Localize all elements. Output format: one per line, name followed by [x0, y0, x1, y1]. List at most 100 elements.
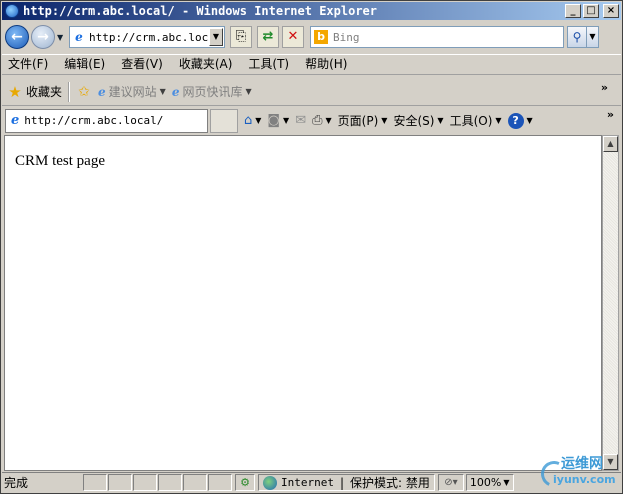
safety-menu-label: 安全(S): [393, 114, 435, 128]
search-box[interactable]: b Bing: [310, 26, 564, 48]
divider: [68, 81, 71, 102]
chevron-down-icon: ▼: [503, 478, 510, 487]
zoom-level: 100%: [469, 476, 502, 489]
vertical-scrollbar[interactable]: ▲ ▼: [602, 135, 619, 471]
new-tab-button[interactable]: [210, 108, 238, 133]
suggested-sites-link[interactable]: e 建议网站 ▼: [98, 83, 166, 100]
scroll-down-button[interactable]: ▼: [603, 454, 618, 470]
menu-bar: 文件(F) 编辑(E) 查看(V) 收藏夹(A) 工具(T) 帮助(H): [2, 54, 621, 75]
minimize-button[interactable]: _: [565, 4, 581, 18]
home-icon: ⌂: [244, 113, 253, 128]
title-bar[interactable]: http://crm.abc.local/ - Windows Internet…: [2, 2, 621, 20]
navigation-bar: ← → ▼ e http://crm.abc.local/ ▼ ⎘ ⇄ ✕ b …: [2, 21, 621, 53]
help-icon: ?: [507, 112, 524, 129]
status-panel: [83, 474, 107, 491]
back-button[interactable]: ←: [5, 25, 29, 49]
chevron-down-icon: ▼: [495, 116, 502, 125]
chevron-down-icon: ▼: [325, 116, 332, 125]
favorites-more-chevron-icon[interactable]: »: [601, 81, 608, 94]
search-options-dropdown[interactable]: ▼: [587, 26, 599, 48]
rss-icon: ◙: [267, 113, 281, 128]
scroll-up-button[interactable]: ▲: [603, 136, 618, 152]
status-bar: 完成 ⚙ Internet | 保护模式: 禁用 ⊘▾ 100% ▼: [2, 472, 621, 492]
ie-page-icon: e: [98, 84, 106, 99]
tab-crm[interactable]: e http://crm.abc.local/: [5, 108, 208, 133]
tab-bar: e http://crm.abc.local/ ⌂ ▼ ◙ ▼ ✉ ⎙ ▼ 页面…: [2, 107, 621, 134]
chevron-down-icon: ▼: [437, 116, 444, 125]
zoom-button[interactable]: 100% ▼: [465, 474, 514, 491]
status-panel: [158, 474, 182, 491]
page-body-text: CRM test page: [15, 153, 105, 169]
web-slice-gallery-label: 网页快讯库: [182, 85, 243, 99]
menu-help[interactable]: 帮助(H): [297, 55, 355, 74]
address-bar[interactable]: e http://crm.abc.local/ ▼: [69, 26, 225, 48]
bing-icon: b: [314, 30, 328, 44]
security-zone[interactable]: Internet | 保护模式: 禁用: [258, 474, 435, 491]
menu-favorites[interactable]: 收藏夹(A): [171, 55, 241, 74]
search-input[interactable]: Bing: [333, 31, 360, 44]
status-panel: [183, 474, 207, 491]
page-content: CRM test page: [4, 135, 602, 471]
chevron-down-icon: ▼: [245, 87, 252, 96]
compatibility-view-button[interactable]: ⎘: [230, 26, 252, 48]
favorites-star-icon[interactable]: ★: [7, 83, 23, 101]
ie-logo-icon: [5, 4, 19, 18]
chevron-down-icon: ▼: [283, 116, 290, 125]
print-button[interactable]: ⎙ ▼: [312, 113, 332, 128]
page-menu-label: 页面(P): [337, 114, 379, 128]
add-to-favorites-icon[interactable]: ✩: [76, 84, 92, 100]
browser-window: http://crm.abc.local/ - Windows Internet…: [0, 0, 623, 494]
mail-icon: ✉: [295, 113, 307, 128]
tools-menu-label: 工具(O): [449, 114, 493, 128]
read-mail-button[interactable]: ✉: [295, 113, 306, 128]
tools-menu-button[interactable]: 工具(O) ▼: [450, 112, 502, 129]
protected-mode-label: 保护模式: 禁用: [350, 476, 430, 490]
favorites-bar: ★ 收藏夹 ✩ e 建议网站 ▼ e 网页快讯库 ▼: [2, 78, 621, 106]
recent-pages-dropdown[interactable]: ▼: [57, 33, 67, 42]
feeds-button[interactable]: ◙ ▼: [267, 113, 289, 128]
window-title: http://crm.abc.local/ - Windows Internet…: [23, 4, 378, 18]
status-text: 完成: [4, 476, 29, 490]
maximize-button[interactable]: □: [583, 4, 599, 18]
commands-more-chevron-icon[interactable]: »: [607, 108, 614, 121]
window-controls: _ □ ×: [565, 4, 619, 18]
address-input[interactable]: http://crm.abc.local/: [89, 31, 209, 44]
security-status-icon[interactable]: ⊘▾: [437, 474, 464, 491]
status-panel: [133, 474, 157, 491]
suggested-sites-label: 建议网站: [108, 85, 157, 99]
magnifier-icon: ⚲: [572, 30, 582, 44]
stop-icon: ✕: [287, 29, 299, 44]
status-panel: [108, 474, 132, 491]
page-menu-button[interactable]: 页面(P) ▼: [338, 112, 388, 129]
arrow-right-icon: →: [37, 29, 49, 45]
menu-edit[interactable]: 编辑(E): [56, 55, 113, 74]
chevron-down-icon: ▼: [255, 116, 262, 125]
search-button[interactable]: ⚲: [567, 26, 587, 48]
zone-separator: |: [339, 475, 345, 490]
printer-icon: ⎙: [312, 113, 323, 128]
help-menu-button[interactable]: ? ▼: [507, 112, 533, 129]
stop-button[interactable]: ✕: [282, 26, 304, 48]
tab-title: http://crm.abc.local/: [24, 114, 164, 127]
web-slice-gallery-link[interactable]: e 网页快讯库 ▼: [172, 83, 252, 100]
close-button[interactable]: ×: [603, 4, 619, 18]
home-button[interactable]: ⌂ ▼: [244, 113, 261, 128]
arrow-left-icon: ←: [11, 29, 23, 45]
chevron-down-icon: ▼: [159, 87, 166, 96]
compatibility-icon: ⎘: [235, 29, 247, 44]
chevron-down-icon: ▼: [381, 116, 388, 125]
forward-button[interactable]: →: [31, 25, 55, 49]
menu-file[interactable]: 文件(F): [2, 55, 56, 74]
menu-view[interactable]: 查看(V): [113, 55, 171, 74]
popup-blocker-icon[interactable]: ⚙: [235, 474, 255, 491]
safety-menu-button[interactable]: 安全(S) ▼: [393, 112, 443, 129]
ie-page-icon: e: [171, 84, 180, 99]
tab-ie-icon: e: [11, 113, 20, 128]
menu-tools[interactable]: 工具(T): [240, 55, 297, 74]
favorites-button[interactable]: 收藏夹: [26, 83, 62, 100]
refresh-button[interactable]: ⇄: [257, 26, 279, 48]
page-ie-icon: e: [75, 30, 83, 44]
globe-icon: [263, 475, 277, 490]
address-dropdown-button[interactable]: ▼: [209, 28, 223, 46]
refresh-icon: ⇄: [262, 29, 274, 44]
